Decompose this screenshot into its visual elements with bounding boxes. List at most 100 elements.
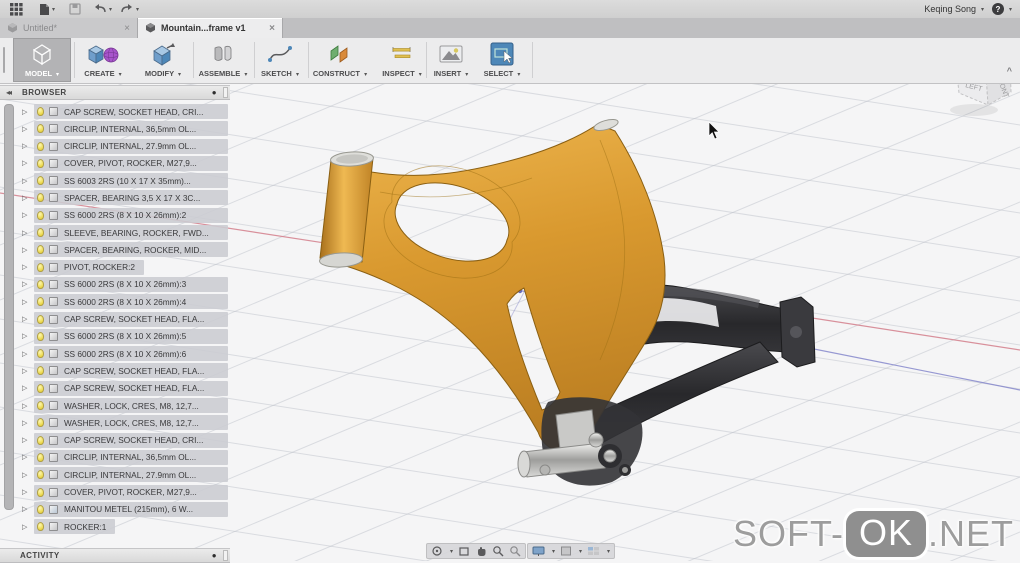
browser-item[interactable]: ▷CAP SCREW, SOCKET HEAD, FLA...: [0, 381, 230, 396]
visibility-bulb-icon[interactable]: [37, 124, 44, 133]
browser-item[interactable]: ▷WASHER, LOCK, CRES, M8, 12,7...: [0, 415, 230, 430]
viewports-button[interactable]: [587, 545, 600, 557]
browser-item[interactable]: ▷MANITOU METEL (215mm), 6 W...: [0, 502, 230, 517]
look-at-button[interactable]: [458, 545, 470, 557]
disclosure-triangle-icon[interactable]: ▷: [22, 263, 34, 271]
redo-button[interactable]: ▾: [120, 3, 139, 15]
sketch-menu-button[interactable]: SKETCH ▾: [252, 38, 308, 82]
visibility-bulb-icon[interactable]: [37, 107, 44, 116]
caret-icon[interactable]: ▾: [109, 6, 112, 13]
visibility-bulb-icon[interactable]: [37, 522, 44, 531]
disclosure-triangle-icon[interactable]: ▷: [22, 350, 34, 358]
visibility-bulb-icon[interactable]: [37, 453, 44, 462]
panel-resize-handle[interactable]: [223, 550, 228, 561]
disclosure-triangle-icon[interactable]: ▷: [22, 211, 34, 219]
grid-settings-button[interactable]: [560, 545, 572, 557]
visibility-bulb-icon[interactable]: [37, 470, 44, 479]
visibility-bulb-icon[interactable]: [37, 436, 44, 445]
visibility-bulb-icon[interactable]: [37, 488, 44, 497]
disclosure-triangle-icon[interactable]: ▷: [22, 315, 34, 323]
modify-menu-button[interactable]: MODIFY ▾: [135, 38, 191, 82]
visibility-bulb-icon[interactable]: [37, 315, 44, 324]
panel-collapse-icon[interactable]: ◂◂: [6, 88, 10, 97]
caret-icon[interactable]: ▾: [552, 548, 555, 555]
disclosure-triangle-icon[interactable]: ▷: [22, 505, 34, 513]
browser-item[interactable]: ▷PIVOT, ROCKER:2: [0, 260, 230, 275]
toolbar-drag-handle[interactable]: [3, 47, 5, 73]
disclosure-triangle-icon[interactable]: ▷: [22, 194, 34, 202]
browser-item[interactable]: ▷SS 6000 2RS (8 X 10 X 26mm):2: [0, 208, 230, 223]
browser-item[interactable]: ▷SPACER, BEARING 3,5 X 17 X 3C...: [0, 190, 230, 205]
caret-icon[interactable]: ▾: [607, 548, 610, 555]
tab-mountain-frame[interactable]: Mountain...frame v1 ×: [138, 18, 283, 38]
browser-item[interactable]: ▷CAP SCREW, SOCKET HEAD, FLA...: [0, 312, 230, 327]
disclosure-triangle-icon[interactable]: ▷: [22, 177, 34, 185]
undo-button[interactable]: ▾: [93, 3, 112, 15]
insert-menu-button[interactable]: INSERT ▾: [426, 38, 476, 82]
browser-item[interactable]: ▷ROCKER:1: [0, 519, 230, 534]
disclosure-triangle-icon[interactable]: ▷: [22, 419, 34, 427]
panel-options-icon[interactable]: ●: [212, 88, 217, 97]
disclosure-triangle-icon[interactable]: ▷: [22, 159, 34, 167]
file-menu-button[interactable]: ▾: [39, 3, 55, 16]
disclosure-triangle-icon[interactable]: ▷: [22, 108, 34, 116]
visibility-bulb-icon[interactable]: [37, 142, 44, 151]
construct-menu-button[interactable]: CONSTRUCT ▾: [310, 38, 370, 82]
visibility-bulb-icon[interactable]: [37, 349, 44, 358]
disclosure-triangle-icon[interactable]: ▷: [22, 229, 34, 237]
disclosure-triangle-icon[interactable]: ▷: [22, 332, 34, 340]
disclosure-triangle-icon[interactable]: ▷: [22, 125, 34, 133]
tab-untitled[interactable]: Untitled* ×: [0, 18, 138, 38]
disclosure-triangle-icon[interactable]: ▷: [22, 471, 34, 479]
visibility-bulb-icon[interactable]: [37, 193, 44, 202]
disclosure-triangle-icon[interactable]: ▷: [22, 384, 34, 392]
browser-item[interactable]: ▷CIRCLIP, INTERNAL, 27.9mm OL...: [0, 139, 230, 154]
disclosure-triangle-icon[interactable]: ▷: [22, 367, 34, 375]
visibility-bulb-icon[interactable]: [37, 159, 44, 168]
panel-resize-handle[interactable]: [223, 87, 228, 98]
disclosure-triangle-icon[interactable]: ▷: [22, 142, 34, 150]
help-menu[interactable]: ? ▾: [992, 3, 1012, 15]
visibility-bulb-icon[interactable]: [37, 505, 44, 514]
visibility-bulb-icon[interactable]: [37, 280, 44, 289]
panel-options-icon[interactable]: ●: [212, 551, 217, 560]
visibility-bulb-icon[interactable]: [37, 384, 44, 393]
orbit-button[interactable]: [431, 545, 443, 557]
create-menu-button[interactable]: CREATE ▾: [75, 38, 131, 82]
select-menu-button[interactable]: SELECT ▾: [477, 38, 527, 82]
visibility-bulb-icon[interactable]: [37, 332, 44, 341]
toolbar-collapse-icon[interactable]: ^: [1007, 66, 1012, 76]
browser-panel-header[interactable]: ◂◂ BROWSER ●: [0, 85, 230, 100]
disclosure-triangle-icon[interactable]: ▷: [22, 453, 34, 461]
browser-item[interactable]: ▷CIRCLIP, INTERNAL, 27.9mm OL...: [0, 467, 230, 482]
visibility-bulb-icon[interactable]: [37, 401, 44, 410]
visibility-bulb-icon[interactable]: [37, 228, 44, 237]
browser-item[interactable]: ▷CAP SCREW, SOCKET HEAD, CRI...: [0, 104, 230, 119]
visibility-bulb-icon[interactable]: [37, 297, 44, 306]
assemble-menu-button[interactable]: ASSEMBLE ▾: [194, 38, 252, 82]
close-icon[interactable]: ×: [124, 23, 130, 34]
visibility-bulb-icon[interactable]: [37, 366, 44, 375]
disclosure-triangle-icon[interactable]: ▷: [22, 298, 34, 306]
disclosure-triangle-icon[interactable]: ▷: [22, 523, 34, 531]
close-icon[interactable]: ×: [269, 23, 275, 34]
display-settings-button[interactable]: [532, 545, 545, 557]
browser-item[interactable]: ▷SS 6000 2RS (8 X 10 X 26mm):6: [0, 346, 230, 361]
user-account-menu[interactable]: Keqing Song ▾: [924, 4, 984, 14]
disclosure-triangle-icon[interactable]: ▷: [22, 488, 34, 496]
disclosure-triangle-icon[interactable]: ▷: [22, 246, 34, 254]
help-icon[interactable]: ?: [992, 3, 1004, 15]
browser-item[interactable]: ▷CIRCLIP, INTERNAL, 36,5mm OL...: [0, 121, 230, 136]
browser-item[interactable]: ▷COVER, PIVOT, ROCKER, M27,9...: [0, 485, 230, 500]
browser-item[interactable]: ▷CIRCLIP, INTERNAL, 36,5mm OL...: [0, 450, 230, 465]
browser-scrollbar[interactable]: [4, 104, 14, 510]
caret-icon[interactable]: ▾: [136, 6, 139, 13]
inspect-menu-button[interactable]: INSPECT ▾: [374, 38, 430, 82]
app-grid-icon[interactable]: [10, 3, 23, 16]
model-workspace-button[interactable]: MODEL ▾: [13, 38, 71, 82]
browser-item[interactable]: ▷SPACER, BEARING, ROCKER, MID...: [0, 242, 230, 257]
caret-icon[interactable]: ▾: [579, 548, 582, 555]
save-button[interactable]: [69, 3, 81, 15]
browser-item[interactable]: ▷SS 6000 2RS (8 X 10 X 26mm):4: [0, 294, 230, 309]
visibility-bulb-icon[interactable]: [37, 263, 44, 272]
